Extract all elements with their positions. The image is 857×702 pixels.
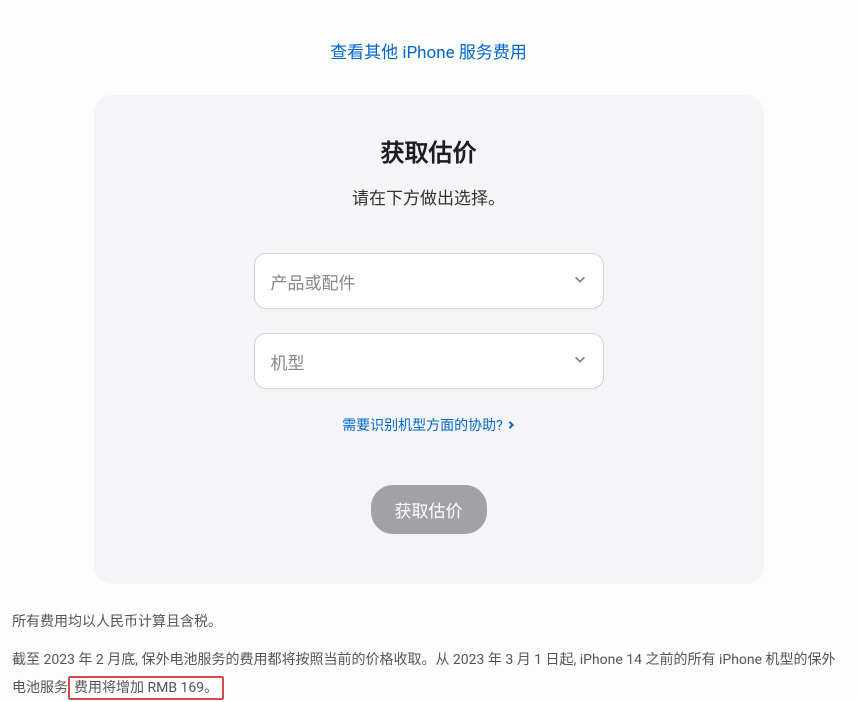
card-subtitle: 请在下方做出选择。 — [134, 184, 724, 209]
other-service-fees-link[interactable]: 查看其他 iPhone 服务费用 — [330, 43, 527, 63]
get-estimate-button[interactable]: 获取估价 — [371, 485, 487, 534]
footer-highlight: 费用将增加 RMB 169。 — [68, 676, 224, 700]
product-select-placeholder: 产品或配件 — [271, 269, 356, 294]
chevron-down-icon — [573, 271, 587, 291]
footer-notes: 所有费用均以人民币计算且含税。 截至 2023 年 2 月底, 保外电池服务的费… — [0, 584, 857, 702]
model-select-placeholder: 机型 — [271, 349, 305, 374]
product-select[interactable]: 产品或配件 — [254, 253, 604, 309]
help-link-label: 需要识别机型方面的协助? — [342, 415, 503, 435]
identify-model-help-link[interactable]: 需要识别机型方面的协助? — [342, 415, 515, 435]
top-link-row: 查看其他 iPhone 服务费用 — [0, 0, 857, 63]
footer-line-2: 截至 2023 年 2 月底, 保外电池服务的费用都将按照当前的价格收取。从 2… — [12, 646, 845, 702]
chevron-down-icon — [573, 351, 587, 371]
estimate-card: 获取估价 请在下方做出选择。 产品或配件 机型 需要识别机型方面的协助? 获取估… — [94, 95, 764, 584]
card-title: 获取估价 — [134, 133, 724, 168]
model-select-wrap: 机型 — [254, 333, 604, 389]
submit-row: 获取估价 — [134, 485, 724, 534]
chevron-right-icon — [507, 417, 515, 433]
product-select-wrap: 产品或配件 — [254, 253, 604, 309]
footer-line-1: 所有费用均以人民币计算且含税。 — [12, 608, 845, 636]
model-select[interactable]: 机型 — [254, 333, 604, 389]
